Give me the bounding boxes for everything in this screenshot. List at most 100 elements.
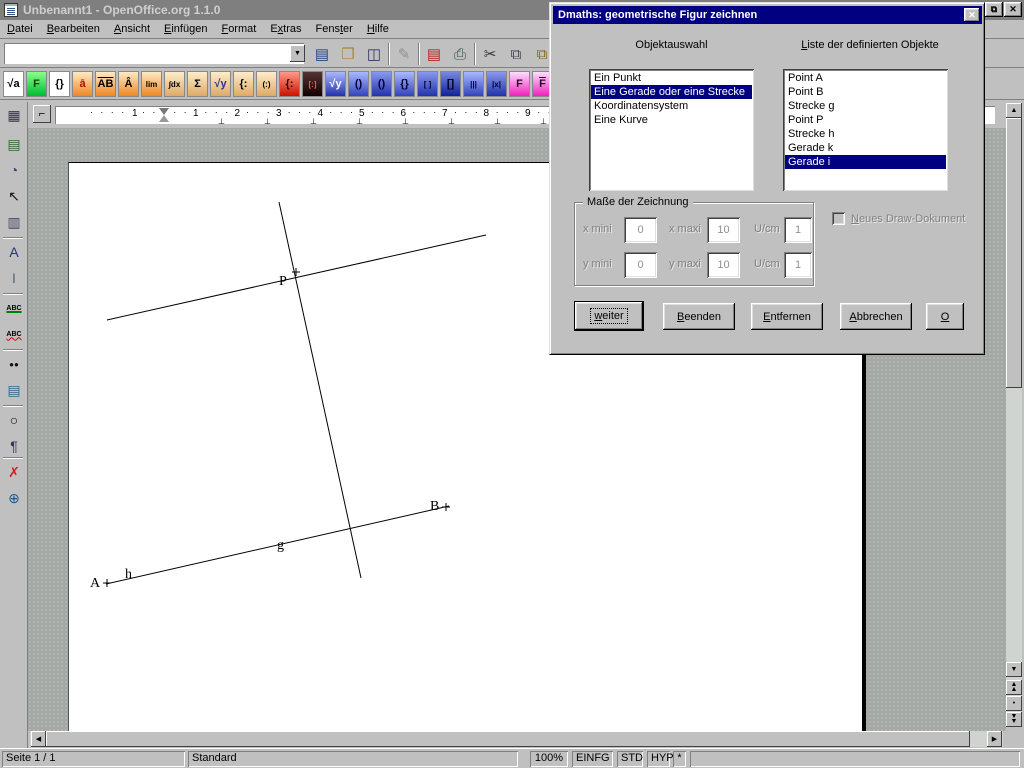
- dm-root-y-icon[interactable]: √y: [210, 71, 231, 97]
- status-insert-mode[interactable]: EINFG: [572, 751, 613, 767]
- dm-abs-icon[interactable]: |x|: [486, 71, 507, 97]
- dm-paren2-blue-icon[interactable]: (): [371, 71, 392, 97]
- online-layout-icon[interactable]: ⊕: [2, 487, 26, 509]
- scroll-up-button[interactable]: ▲: [1006, 103, 1022, 118]
- menu-fenster[interactable]: Fenster: [309, 21, 360, 37]
- menu-ansicht[interactable]: Ansicht: [107, 21, 157, 37]
- insert-object-icon[interactable]: ◔: [2, 159, 26, 181]
- indent-marker[interactable]: [159, 108, 169, 115]
- dm-function-green-icon[interactable]: F: [26, 71, 47, 97]
- print-icon[interactable]: ⎙: [448, 42, 472, 66]
- new-draw-document-checkbox[interactable]: [832, 212, 845, 225]
- field-input-u-cm-5[interactable]: 1: [784, 252, 812, 278]
- menu-format[interactable]: Format: [214, 21, 263, 37]
- data-sources-icon[interactable]: ▤: [2, 379, 26, 401]
- entfernen-button[interactable]: Entfernen: [751, 303, 823, 330]
- scroll-right-button[interactable]: ▶: [987, 731, 1002, 747]
- field-input-y-mini-3[interactable]: 0: [624, 252, 657, 278]
- dm-bracket2-blue-icon[interactable]: []: [440, 71, 461, 97]
- defined-objects-list[interactable]: Point APoint BStrecke gPoint PStrecke hG…: [783, 69, 948, 191]
- field-input-x-mini-0[interactable]: 0: [624, 217, 657, 243]
- list-item[interactable]: Gerade k: [785, 141, 946, 155]
- edit-document-icon[interactable]: ✎: [392, 42, 416, 66]
- dm-system-brace-red-icon[interactable]: {:: [279, 71, 300, 97]
- url-input[interactable]: ▼: [4, 43, 304, 64]
- list-item[interactable]: Ein Punkt: [591, 71, 752, 85]
- menu-extras[interactable]: Extras: [263, 21, 308, 37]
- copy-icon[interactable]: ⧉: [504, 42, 528, 66]
- field-input-x-maxi-1[interactable]: 10: [707, 217, 740, 243]
- open-icon[interactable]: ❒: [336, 42, 360, 66]
- show-draw-functions-icon[interactable]: ↖: [2, 185, 26, 207]
- dm-brace-blue-icon[interactable]: {}: [394, 71, 415, 97]
- dialog-close-button[interactable]: ✕: [964, 8, 980, 22]
- zoom-icon[interactable]: ○: [2, 409, 26, 431]
- list-item[interactable]: Point P: [785, 113, 946, 127]
- dm-system-brace-icon[interactable]: {:: [233, 71, 254, 97]
- dm-limit-icon[interactable]: lim: [141, 71, 162, 97]
- weiter-button[interactable]: weiter: [574, 301, 644, 331]
- dm-bracket-matrix-icon[interactable]: [:]: [302, 71, 323, 97]
- list-item[interactable]: Strecke g: [785, 99, 946, 113]
- dm-integral-icon[interactable]: ∫dx: [164, 71, 185, 97]
- dm-paren-colon-icon[interactable]: (:): [256, 71, 277, 97]
- list-item[interactable]: Koordinatensystem: [591, 99, 752, 113]
- scroll-down-button[interactable]: ▼: [1006, 662, 1022, 677]
- dm-vector-a-icon[interactable]: ā: [72, 71, 93, 97]
- circle-tool-button[interactable]: O: [926, 303, 964, 330]
- nonprinting-characters-icon[interactable]: ¶: [2, 435, 26, 457]
- next-page-button[interactable]: ▼▼: [1006, 712, 1022, 727]
- dm-function-pink-icon[interactable]: F: [509, 71, 530, 97]
- dm-norm-icon[interactable]: |||: [463, 71, 484, 97]
- dialog-titlebar[interactable]: Dmaths: geometrische Figur zeichnen ✕: [553, 6, 982, 24]
- list-item[interactable]: Point B: [785, 85, 946, 99]
- new-document-icon[interactable]: ▤: [310, 42, 334, 66]
- menu-datei[interactable]: Datei: [0, 21, 40, 37]
- list-item[interactable]: Strecke h: [785, 127, 946, 141]
- horizontal-scrollbar-thumb[interactable]: [46, 731, 970, 747]
- field-input-u-cm-2[interactable]: 1: [784, 217, 812, 243]
- insert-table-icon[interactable]: ▦: [2, 104, 26, 126]
- url-dropdown-button[interactable]: ▼: [290, 45, 305, 62]
- previous-page-button[interactable]: ▲▲: [1006, 680, 1022, 695]
- navigation-button[interactable]: •: [1006, 696, 1022, 711]
- dm-sigma-icon[interactable]: Σ: [187, 71, 208, 97]
- menu-einfgen[interactable]: Einfügen: [157, 21, 214, 37]
- status-hyperlink-mode[interactable]: HYP: [647, 751, 670, 767]
- graphics-on-off-icon[interactable]: ✗: [2, 461, 26, 483]
- object-selection-list[interactable]: Ein PunktEine Gerade oder eine StreckeKo…: [589, 69, 754, 191]
- scroll-left-button[interactable]: ◀: [31, 731, 46, 747]
- list-item[interactable]: Eine Kurve: [591, 113, 752, 127]
- status-selection-mode[interactable]: STD: [617, 751, 643, 767]
- insert-cursor-icon[interactable]: I: [2, 267, 26, 289]
- autospellcheck-icon[interactable]: ABC: [2, 323, 26, 345]
- status-modified-flag[interactable]: *: [673, 751, 686, 767]
- find-replace-icon[interactable]: ●●: [2, 353, 26, 375]
- spellcheck-icon[interactable]: ABC: [2, 297, 26, 319]
- list-item[interactable]: Gerade i: [785, 155, 946, 169]
- status-zoom-level[interactable]: 100%: [530, 751, 568, 767]
- cut-icon[interactable]: ✂: [478, 42, 502, 66]
- restore-window-button[interactable]: ⧉: [985, 2, 1003, 17]
- save-icon[interactable]: ◫: [362, 42, 386, 66]
- export-pdf-icon[interactable]: ▤: [422, 42, 446, 66]
- form-functions-icon[interactable]: ▥: [2, 211, 26, 233]
- list-item[interactable]: Point A: [785, 71, 946, 85]
- beenden-button[interactable]: Beenden: [663, 303, 735, 330]
- dm-segment-ab-icon[interactable]: AB: [95, 71, 116, 97]
- indent-marker[interactable]: [159, 115, 169, 122]
- dm-angle-a-icon[interactable]: Â: [118, 71, 139, 97]
- vertical-scrollbar-thumb[interactable]: [1006, 118, 1022, 388]
- autotext-icon[interactable]: A: [2, 241, 26, 263]
- dm-braces-icon[interactable]: {}: [49, 71, 70, 97]
- menu-bearbeiten[interactable]: Bearbeiten: [40, 21, 107, 37]
- abbrechen-button[interactable]: Abbrechen: [840, 303, 912, 330]
- dm-paren-blue-icon[interactable]: (): [348, 71, 369, 97]
- insert-icon[interactable]: ▤: [2, 133, 26, 155]
- dm-root-blue-icon[interactable]: √y: [325, 71, 346, 97]
- dm-bracket-blue-icon[interactable]: [ ]: [417, 71, 438, 97]
- dm-sqrt-a-icon[interactable]: √a: [3, 71, 24, 97]
- menu-hilfe[interactable]: Hilfe: [360, 21, 396, 37]
- tab-type-selector[interactable]: ⌐: [33, 105, 51, 123]
- field-input-y-maxi-4[interactable]: 10: [707, 252, 740, 278]
